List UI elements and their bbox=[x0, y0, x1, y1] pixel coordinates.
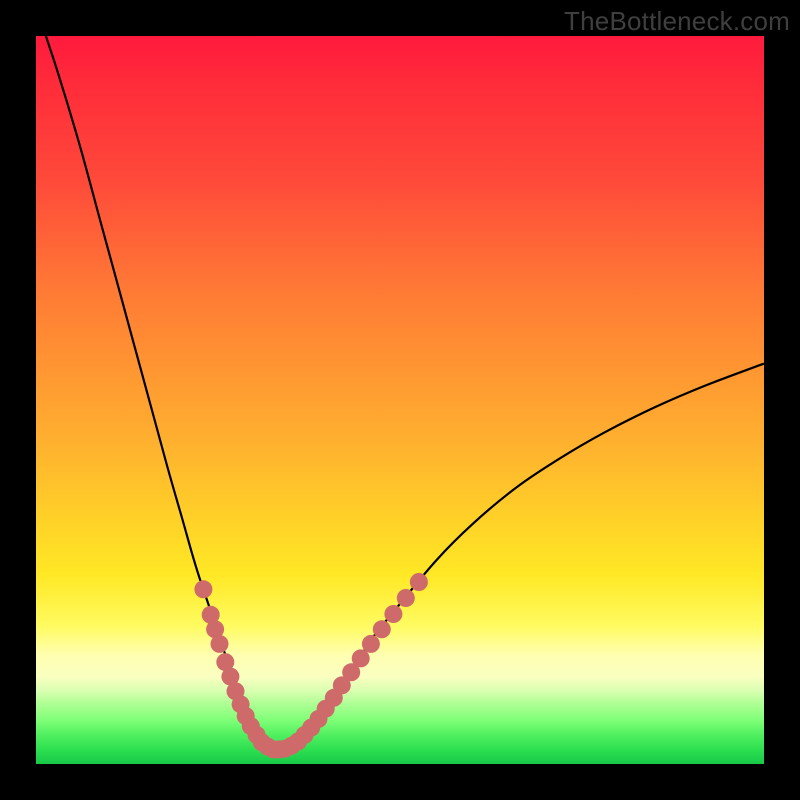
curve-marker bbox=[373, 620, 391, 638]
plot-area bbox=[36, 36, 764, 764]
curve-marker bbox=[194, 580, 212, 598]
curve-marker bbox=[211, 635, 229, 653]
bottleneck-curve bbox=[36, 7, 764, 750]
watermark-text: TheBottleneck.com bbox=[564, 6, 790, 37]
curve-marker bbox=[384, 605, 402, 623]
curve-svg bbox=[36, 36, 764, 764]
curve-markers bbox=[194, 573, 428, 758]
curve-marker bbox=[397, 589, 415, 607]
curve-marker bbox=[352, 649, 370, 667]
curve-marker bbox=[410, 573, 428, 591]
chart-frame: TheBottleneck.com bbox=[0, 0, 800, 800]
curve-marker bbox=[362, 635, 380, 653]
